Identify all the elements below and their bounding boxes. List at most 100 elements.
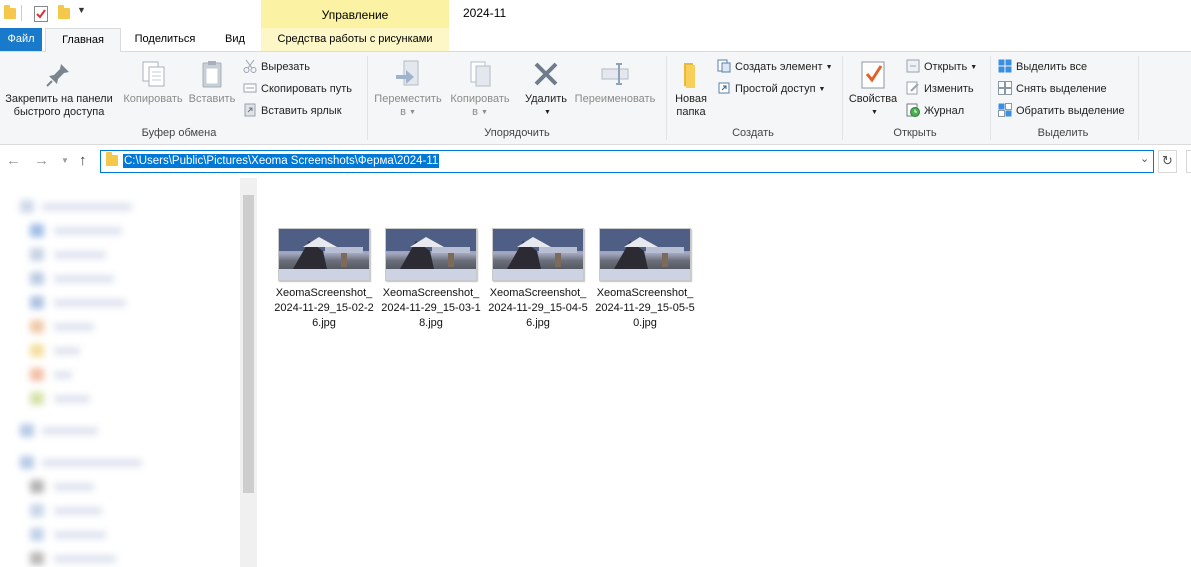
group-divider: [842, 56, 843, 140]
ribbon: Закрепить на панели быстрого доступа Коп…: [0, 52, 1191, 145]
new-folder-label-2: папка: [676, 106, 706, 118]
delete-x-icon: [530, 58, 562, 90]
invert-selection-button[interactable]: Обратить выделение: [998, 102, 1125, 120]
copy-path-label: Скопировать путь: [261, 83, 352, 95]
recent-locations-chevron-icon[interactable]: ▼: [61, 156, 69, 165]
navigation-pane[interactable]: [0, 178, 257, 567]
group-divider: [1138, 56, 1139, 140]
nav-scrollbar-thumb[interactable]: [243, 195, 254, 493]
edit-button[interactable]: Изменить: [906, 80, 974, 98]
copy-to-label: Копировать: [450, 93, 510, 105]
cut-label: Вырезать: [261, 61, 310, 73]
move-to-label: Переместить: [374, 93, 442, 105]
easy-access-label: Простой доступ: [735, 83, 816, 95]
pin-quick-access-button[interactable]: Закрепить на панели быстрого доступа: [0, 58, 118, 119]
delete-label: Удалить: [525, 93, 567, 105]
paste-shortcut-button[interactable]: Вставить ярлык: [243, 102, 342, 120]
move-to-label-2: в: [400, 106, 406, 118]
cut-button[interactable]: Вырезать: [243, 58, 310, 76]
select-none-button[interactable]: Снять выделение: [998, 80, 1107, 98]
paste-icon: [196, 58, 228, 90]
divider: [21, 5, 22, 21]
folder-icon: [4, 5, 16, 19]
image-thumbnail: [492, 228, 584, 281]
delete-button[interactable]: Удалить ▼: [520, 58, 572, 119]
manage-context-title: Управление: [261, 0, 449, 28]
tab-share[interactable]: Поделиться: [124, 28, 206, 51]
chevron-down-icon: ▼: [970, 64, 978, 71]
copy-button[interactable]: Копировать: [120, 58, 186, 106]
forward-arrow-icon[interactable]: →: [34, 152, 49, 169]
pin-label-1: Закрепить на панели: [5, 93, 113, 105]
copy-path-button[interactable]: Скопировать путь: [243, 80, 352, 98]
tab-view[interactable]: Вид: [214, 28, 256, 51]
history-label: Журнал: [924, 105, 965, 117]
rename-icon: [599, 58, 631, 90]
properties-button[interactable]: Свойства ▼: [846, 58, 900, 119]
up-arrow-icon[interactable]: ↑: [79, 152, 87, 169]
address-dropdown-chevron-icon[interactable]: ⌄: [1140, 152, 1149, 165]
refresh-icon[interactable]: ↻: [1158, 150, 1177, 173]
select-all-label: Выделить все: [1016, 61, 1088, 73]
chevron-down-icon: ▼: [408, 109, 416, 116]
rename-label: Переименовать: [574, 93, 656, 105]
open-group-label: Открыть: [893, 127, 937, 139]
history-button[interactable]: Журнал: [906, 102, 964, 120]
new-item-button[interactable]: Создать элемент ▼: [717, 58, 833, 76]
folder-icon: [106, 152, 118, 166]
easy-access-button[interactable]: Простой доступ ▼: [717, 80, 825, 98]
address-path-text[interactable]: C:\Users\Public\Pictures\Xeoma Screensho…: [123, 154, 440, 168]
new-folder-label-1: Новая: [675, 93, 707, 105]
new-folder-button[interactable]: Новая папка: [670, 58, 712, 119]
chevron-down-icon: ▼: [825, 64, 833, 71]
copy-to-button[interactable]: Копировать в ▼: [446, 58, 514, 119]
new-folder-qat-icon[interactable]: [58, 5, 70, 19]
select-all-button[interactable]: Выделить все: [998, 58, 1087, 76]
window-title: 2024-11: [463, 6, 507, 20]
file-name: XeomaScreenshot_2024-11-29_15-05-50.jpg: [595, 287, 695, 329]
select-group-label: Выделить: [1037, 127, 1089, 139]
paste-button[interactable]: Вставить: [187, 58, 237, 106]
chevron-down-icon: ▼: [480, 109, 488, 116]
group-divider: [990, 56, 991, 140]
chevron-down-icon: ▼: [871, 109, 878, 116]
select-none-label: Снять выделение: [1016, 83, 1107, 95]
chevron-down-icon: ▼: [818, 86, 826, 93]
open-icon: [906, 59, 920, 73]
tab-file[interactable]: Файл: [0, 28, 42, 51]
file-item[interactable]: XeomaScreenshot_2024-11-29_15-05-50.jpg: [595, 228, 695, 331]
properties-qat-icon[interactable]: [34, 6, 48, 22]
group-divider: [666, 56, 667, 140]
file-name: XeomaScreenshot_2024-11-29_15-04-56.jpg: [488, 287, 588, 329]
title-bar: ▼ Управление 2024-11: [0, 0, 1191, 28]
properties-label: Свойства: [848, 93, 898, 105]
tab-picture-tools[interactable]: Средства работы с рисунками: [261, 28, 449, 51]
pin-label-2: быстрого доступа: [13, 106, 105, 118]
rename-button[interactable]: Переименовать: [572, 58, 658, 106]
organize-group-label: Упорядочить: [484, 127, 550, 139]
file-name: XeomaScreenshot_2024-11-29_15-02-26.jpg: [274, 287, 374, 329]
copy-label: Копировать: [123, 93, 183, 105]
navigation-pane-blurred: [0, 178, 240, 567]
new-folder-icon: [675, 58, 707, 90]
ribbon-tabs: Файл Главная Поделиться Вид Средства раб…: [0, 28, 1191, 52]
file-item[interactable]: XeomaScreenshot_2024-11-29_15-03-18.jpg: [381, 228, 481, 331]
image-thumbnail: [385, 228, 477, 281]
file-item[interactable]: XeomaScreenshot_2024-11-29_15-04-56.jpg: [488, 228, 588, 331]
file-name: XeomaScreenshot_2024-11-29_15-03-18.jpg: [381, 287, 481, 329]
file-item[interactable]: XeomaScreenshot_2024-11-29_15-02-26.jpg: [274, 228, 374, 331]
open-label: Открыть: [924, 61, 968, 73]
invert-selection-label: Обратить выделение: [1016, 105, 1125, 117]
easy-access-icon: [717, 81, 731, 95]
open-button[interactable]: Открыть ▼: [906, 58, 977, 76]
history-icon: [906, 103, 920, 117]
customize-qat-chevron-icon[interactable]: ▼: [77, 5, 87, 19]
select-none-icon: [998, 81, 1012, 95]
copy-path-icon: [243, 81, 257, 95]
image-thumbnail: [278, 228, 370, 281]
copy-icon: [137, 58, 169, 90]
move-to-button[interactable]: Переместить в ▼: [372, 58, 444, 119]
tab-home[interactable]: Главная: [45, 28, 121, 52]
back-arrow-icon[interactable]: ←: [6, 152, 21, 169]
search-box[interactable]: [1186, 150, 1191, 173]
